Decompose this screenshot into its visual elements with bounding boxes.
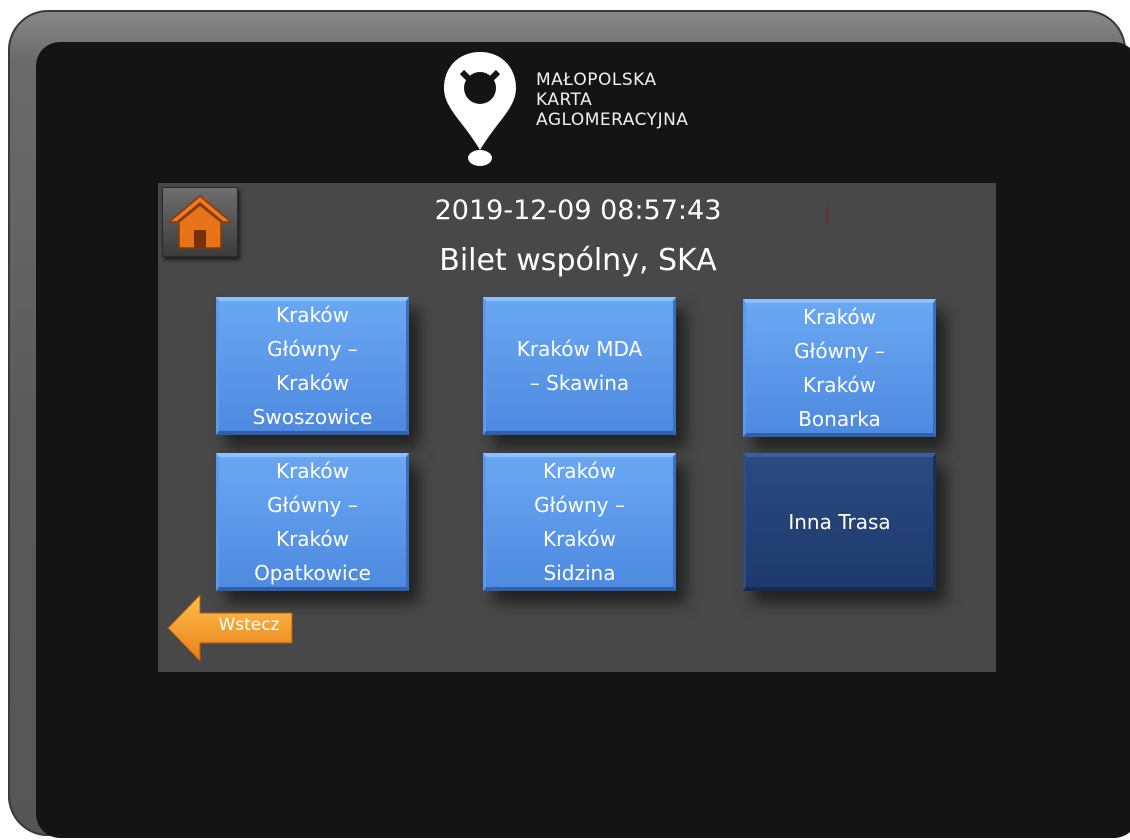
route-button-opatkowice[interactable]: Kraków Główny – Kraków Opatkowice xyxy=(216,453,409,591)
route-button-other[interactable]: Inna Trasa xyxy=(743,453,936,591)
mka-logo: MAŁOPOLSKA KARTA AGLOMERACYJNA xyxy=(440,50,740,170)
page-title: Bilet wspólny, SKA xyxy=(439,243,717,278)
logo-line-1: MAŁOPOLSKA xyxy=(536,70,657,90)
top-bezel-notch xyxy=(520,0,720,10)
divider-mark xyxy=(826,207,828,223)
logo-text: MAŁOPOLSKA KARTA AGLOMERACYJNA xyxy=(536,70,688,130)
route-button-swoszowice[interactable]: Kraków Główny – Kraków Swoszowice xyxy=(216,297,409,435)
logo-line-3: AGLOMERACYJNA xyxy=(536,110,689,130)
route-button-bonarka[interactable]: Kraków Główny – Kraków Bonarka xyxy=(743,299,936,437)
route-label: Kraków Główny – Kraków Opatkowice xyxy=(254,459,371,585)
back-label: Wstecz xyxy=(218,615,280,635)
route-label: Kraków Główny – Kraków Bonarka xyxy=(794,305,885,431)
datetime-display: 2019-12-09 08:57:43 xyxy=(434,195,722,226)
back-button[interactable]: Wstecz xyxy=(166,593,294,663)
route-label: Kraków Główny – Kraków Sidzina xyxy=(534,459,625,585)
logo-line-2: KARTA xyxy=(536,90,593,110)
route-label: Kraków Główny – Kraków Swoszowice xyxy=(252,303,373,429)
route-label: Inna Trasa xyxy=(788,510,891,534)
home-icon xyxy=(166,195,234,249)
route-button-skawina[interactable]: Kraków MDA – Skawina xyxy=(483,297,676,435)
route-button-sidzina[interactable]: Kraków Główny – Kraków Sidzina xyxy=(483,453,676,591)
ticket-panel: 2019-12-09 08:57:43 Bilet wspólny, SKA K… xyxy=(158,183,996,672)
location-pin-logo-icon xyxy=(444,52,516,166)
home-button[interactable] xyxy=(162,187,238,257)
route-label: Kraków MDA – Skawina xyxy=(516,337,643,395)
